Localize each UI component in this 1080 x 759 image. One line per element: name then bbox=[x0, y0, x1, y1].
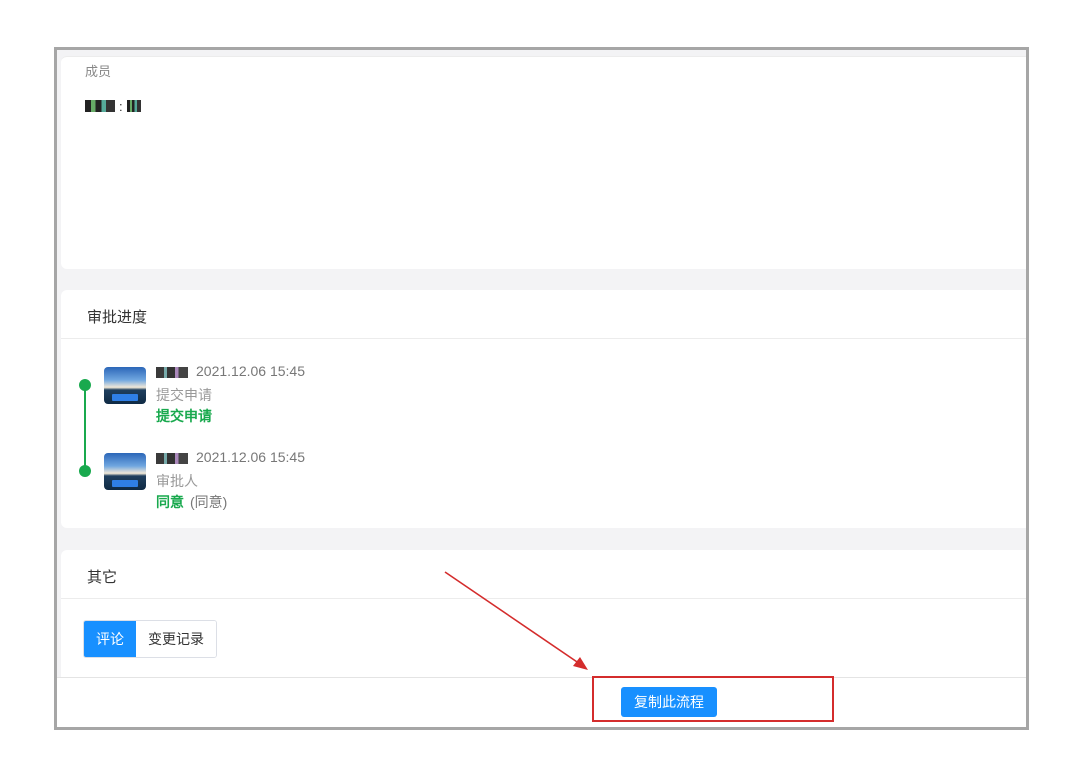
approval-progress-card: 审批进度 2021.12.06 15:45 提交申请 提交申请 2021.12.… bbox=[61, 290, 1026, 528]
result-text: 同意 bbox=[156, 494, 184, 510]
tab-change-log[interactable]: 变更记录 bbox=[136, 621, 216, 657]
footer-divider bbox=[57, 677, 1026, 678]
annotation-highlight-box bbox=[592, 676, 834, 722]
redacted-member-name bbox=[85, 100, 115, 112]
other-tabs: 评论 变更记录 bbox=[83, 620, 217, 658]
avatar bbox=[104, 367, 146, 404]
members-card: 成员 : bbox=[61, 56, 1026, 269]
result-text: 提交申请 bbox=[156, 408, 212, 424]
tab-comments[interactable]: 评论 bbox=[84, 621, 136, 657]
members-value: : bbox=[85, 97, 141, 115]
members-label: 成员 bbox=[85, 64, 112, 79]
timeline-entry-time: 2021.12.06 15:45 bbox=[196, 449, 305, 465]
members-separator: : bbox=[119, 98, 123, 114]
result-note: (同意) bbox=[190, 494, 228, 510]
redacted-user-name bbox=[156, 452, 188, 464]
timeline-dot-icon bbox=[79, 379, 91, 391]
approval-progress-title: 审批进度 bbox=[87, 309, 148, 326]
divider bbox=[61, 598, 1026, 599]
timeline-entry-role: 提交申请 bbox=[156, 387, 212, 403]
timeline-dot-icon bbox=[79, 465, 91, 477]
divider bbox=[61, 338, 1026, 339]
timeline-entry-role: 审批人 bbox=[156, 473, 198, 489]
other-title: 其它 bbox=[87, 569, 118, 586]
footer-bar bbox=[57, 678, 1026, 727]
avatar bbox=[104, 453, 146, 490]
timeline-entry-header: 2021.12.06 15:45 bbox=[156, 363, 305, 379]
redacted-member-name bbox=[126, 100, 141, 112]
redacted-user-name bbox=[156, 366, 188, 378]
screenshot-frame: 成员 : 审批进度 2021.12.06 15:45 提交申请 提交申请 202… bbox=[54, 47, 1029, 730]
timeline-entry-time: 2021.12.06 15:45 bbox=[196, 363, 305, 379]
timeline-entry-result: 提交申请 bbox=[156, 406, 212, 426]
timeline-line bbox=[84, 385, 86, 471]
timeline-entry-result: 同意 (同意) bbox=[156, 492, 227, 512]
timeline-entry-header: 2021.12.06 15:45 bbox=[156, 449, 305, 465]
